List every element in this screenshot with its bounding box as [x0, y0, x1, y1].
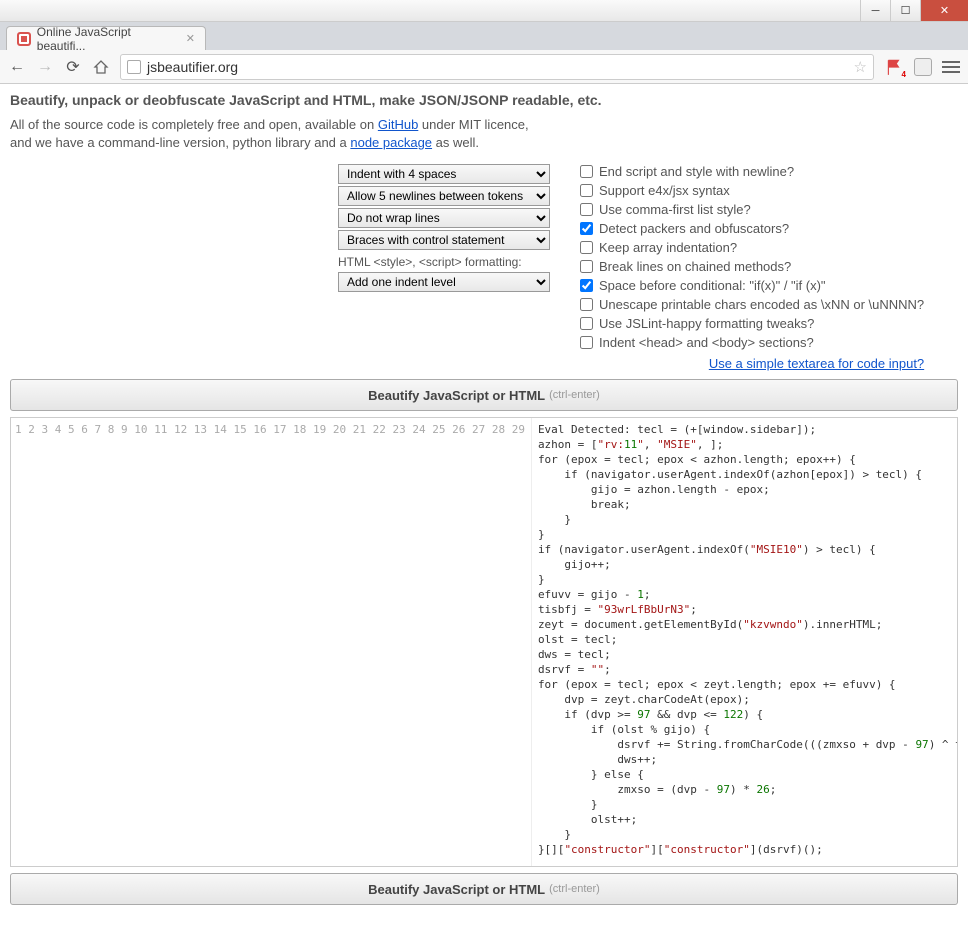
page-content: Beautify, unpack or deobfuscate JavaScri… — [0, 84, 968, 930]
window-titlebar: ─ ☐ ✕ — [0, 0, 968, 22]
close-button[interactable]: ✕ — [920, 0, 968, 21]
option-checkbox[interactable] — [580, 260, 593, 273]
minimize-button[interactable]: ─ — [860, 0, 890, 21]
option-checkbox[interactable] — [580, 241, 593, 254]
reload-button[interactable]: ⟳ — [64, 58, 82, 76]
option-checkbox-label: End script and style with newline? — [599, 164, 794, 179]
code-editor[interactable]: 1 2 3 4 5 6 7 8 9 10 11 12 13 14 15 16 1… — [10, 417, 958, 867]
checkboxes-column: End script and style with newline? Suppor… — [580, 164, 924, 371]
option-checkbox-label: Break lines on chained methods? — [599, 259, 791, 274]
page-heading: Beautify, unpack or deobfuscate JavaScri… — [10, 92, 958, 108]
option-checkbox[interactable] — [580, 203, 593, 216]
option-checkbox-label: Use JSLint-happy formatting tweaks? — [599, 316, 814, 331]
maximize-button[interactable]: ☐ — [890, 0, 920, 21]
url-text: jsbeautifier.org — [147, 59, 238, 75]
option-checkbox[interactable] — [580, 184, 593, 197]
option-checkbox-label: Detect packers and obfuscators? — [599, 221, 789, 236]
browser-tab-strip: Online JavaScript beautifi... ✕ — [0, 22, 968, 50]
tab-title: Online JavaScript beautifi... — [37, 25, 180, 53]
option-checkbox-row[interactable]: Space before conditional: "if(x)" / "if … — [580, 278, 924, 293]
textarea-toggle-link[interactable]: Use a simple textarea for code input? — [709, 356, 924, 371]
option-checkbox-label: Support e4x/jsx syntax — [599, 183, 730, 198]
beautify-button-top[interactable]: Beautify JavaScript or HTML (ctrl-enter) — [10, 379, 958, 411]
node-package-link[interactable]: node package — [350, 135, 432, 150]
format-select[interactable]: Add one indent level — [338, 272, 550, 292]
option-checkbox[interactable] — [580, 279, 593, 292]
extension-flag-icon[interactable]: 4 — [884, 57, 904, 77]
option-checkbox-row[interactable]: Indent <head> and <body> sections? — [580, 335, 924, 350]
format-label: HTML <style>, <script> formatting: — [338, 255, 550, 269]
back-button[interactable]: ← — [8, 58, 26, 76]
bookmark-star-icon[interactable]: ☆ — [854, 58, 867, 76]
browser-toolbar: ← → ⟳ jsbeautifier.org ☆ 4 — [0, 50, 968, 84]
tab-close-icon[interactable]: ✕ — [186, 32, 195, 45]
option-checkbox-row[interactable]: Break lines on chained methods? — [580, 259, 924, 274]
page-intro: All of the source code is completely fre… — [10, 116, 958, 152]
option-checkbox[interactable] — [580, 336, 593, 349]
option-checkbox[interactable] — [580, 317, 593, 330]
wrap-select[interactable]: Do not wrap lines — [338, 208, 550, 228]
option-checkbox-row[interactable]: Support e4x/jsx syntax — [580, 183, 924, 198]
github-link[interactable]: GitHub — [378, 117, 418, 132]
selects-column: Indent with 4 spaces Allow 5 newlines be… — [338, 164, 550, 371]
option-checkbox-label: Use comma-first list style? — [599, 202, 751, 217]
option-checkbox-row[interactable]: Keep array indentation? — [580, 240, 924, 255]
option-checkbox-row[interactable]: Use comma-first list style? — [580, 202, 924, 217]
braces-select[interactable]: Braces with control statement — [338, 230, 550, 250]
newlines-select[interactable]: Allow 5 newlines between tokens — [338, 186, 550, 206]
options-panel: Indent with 4 spaces Allow 5 newlines be… — [10, 164, 958, 371]
address-bar[interactable]: jsbeautifier.org ☆ — [120, 54, 874, 80]
textarea-link-row: Use a simple textarea for code input? — [580, 356, 924, 371]
option-checkbox-row[interactable]: Use JSLint-happy formatting tweaks? — [580, 316, 924, 331]
option-checkbox[interactable] — [580, 222, 593, 235]
option-checkbox-label: Unescape printable chars encoded as \xNN… — [599, 297, 924, 312]
option-checkbox-label: Space before conditional: "if(x)" / "if … — [599, 278, 826, 293]
option-checkbox-label: Keep array indentation? — [599, 240, 737, 255]
tab-favicon — [17, 32, 31, 46]
option-checkbox-row[interactable]: Unescape printable chars encoded as \xNN… — [580, 297, 924, 312]
beautify-button-bottom[interactable]: Beautify JavaScript or HTML (ctrl-enter) — [10, 873, 958, 905]
option-checkbox-row[interactable]: End script and style with newline? — [580, 164, 924, 179]
forward-button[interactable]: → — [36, 58, 54, 76]
extension-icon[interactable] — [914, 58, 932, 76]
option-checkbox[interactable] — [580, 298, 593, 311]
chrome-menu-icon[interactable] — [942, 61, 960, 73]
option-checkbox-label: Indent <head> and <body> sections? — [599, 335, 814, 350]
option-checkbox-row[interactable]: Detect packers and obfuscators? — [580, 221, 924, 236]
site-info-icon[interactable] — [127, 60, 141, 74]
indent-select[interactable]: Indent with 4 spaces — [338, 164, 550, 184]
line-gutter: 1 2 3 4 5 6 7 8 9 10 11 12 13 14 15 16 1… — [11, 418, 532, 866]
browser-tab[interactable]: Online JavaScript beautifi... ✕ — [6, 26, 206, 50]
option-checkbox[interactable] — [580, 165, 593, 178]
code-area[interactable]: Eval Detected: tecl = (+[window.sidebar]… — [532, 418, 957, 866]
home-button[interactable] — [92, 58, 110, 76]
